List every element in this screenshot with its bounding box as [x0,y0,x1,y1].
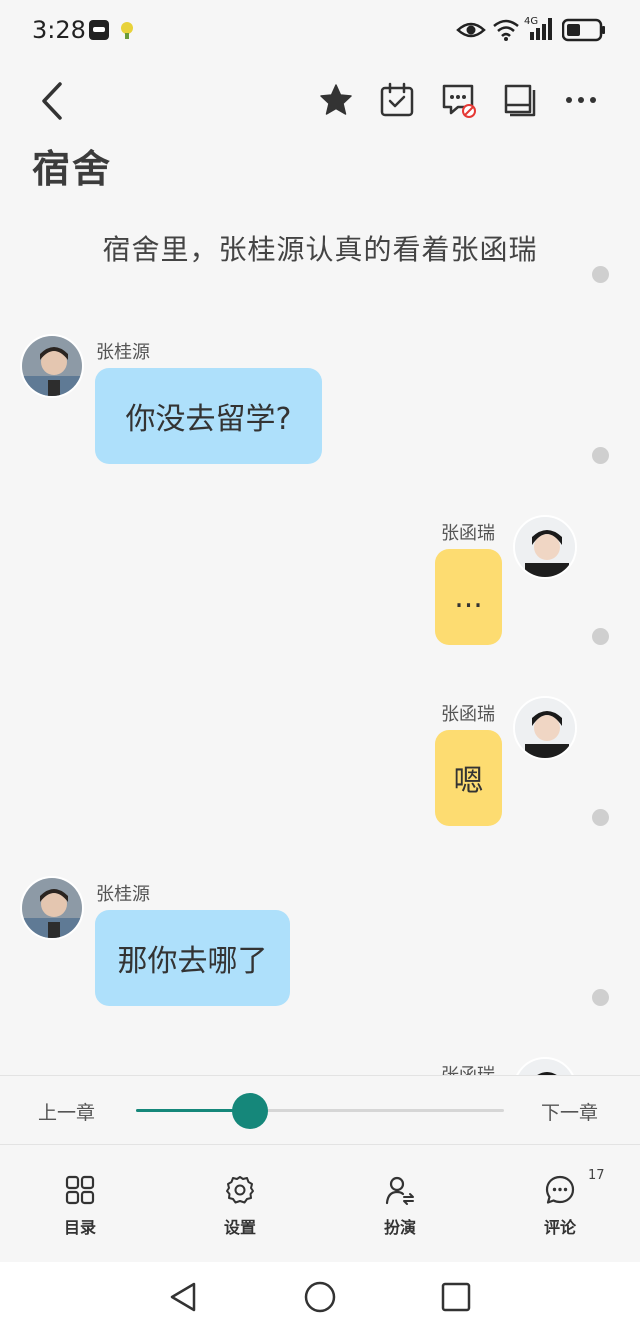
avatar-image [22,336,82,396]
comment-count-badge: 17 [588,1168,605,1183]
system-navigation-bar [0,1262,640,1330]
story-content[interactable]: 宿舍里，张桂源认真的看着张函瑞 张桂源 你没去留学? 张函瑞 ... 张函瑞 嗯… [0,200,640,1075]
avatar[interactable] [513,696,577,760]
chapter-progress-slider[interactable] [136,1093,504,1129]
top-bar [0,70,640,134]
settings-button[interactable]: 设置 [200,1174,280,1238]
app-notification-icon [89,20,109,40]
back-icon [42,82,62,120]
avatar[interactable] [513,515,577,579]
svg-text:4G: 4G [524,16,538,27]
comment-block-icon [442,84,476,118]
chat-bubble[interactable]: 你没去留学? [95,368,322,464]
paragraph-comment-dot[interactable] [592,809,609,826]
cellular-signal-icon: 4G [524,16,552,40]
battery-icon [562,18,605,42]
paragraph-comment-dot[interactable] [592,266,609,283]
bottom-toolbar: 目录 设置 扮演 评论 17 [0,1146,640,1262]
recents-square-icon[interactable] [439,1280,473,1314]
catalog-label: 目录 [63,1218,96,1237]
back-triangle-icon[interactable] [166,1280,200,1314]
prev-chapter-button[interactable]: 上一章 [38,1098,95,1125]
chapter-title: 宿舍 [32,147,113,191]
back-button[interactable] [30,78,76,124]
avatar[interactable] [20,876,84,940]
home-circle-icon[interactable] [303,1280,337,1314]
comments-button[interactable]: 评论 [520,1174,600,1238]
paragraph-comment-dot[interactable] [592,628,609,645]
avatar[interactable] [20,334,84,398]
chat-bubble[interactable]: 嗯 [435,730,502,826]
calendar-check-icon [380,82,414,117]
slider-knob[interactable] [232,1093,269,1129]
more-button[interactable] [561,80,601,120]
favorite-button[interactable] [316,80,356,120]
notebook-icon [504,84,536,117]
person-swap-icon [385,1176,414,1205]
speaker-name: 张函瑞 [441,1061,495,1075]
speaker-name: 张函瑞 [441,704,495,725]
speaker-name: 张函瑞 [441,523,495,544]
app-notification-icon-2 [121,22,133,39]
speaker-name: 张桂源 [96,342,150,363]
avatar-image [515,698,575,758]
chat-bubble[interactable]: ... [435,549,502,645]
next-chapter-button[interactable]: 下一章 [541,1098,598,1125]
narration-text: 宿舍里，张桂源认真的看着张函瑞 [102,233,538,266]
chat-bubble[interactable]: 那你去哪了 [95,910,290,1006]
avatar-image [22,878,82,938]
danmaku-toggle-button[interactable] [439,80,479,120]
chapter-navigation: 上一章 下一章 [0,1075,640,1145]
wifi-icon [493,19,519,41]
more-icon [566,97,596,103]
star-icon [320,84,352,115]
paragraph-comment-dot[interactable] [592,989,609,1006]
status-bar: 3:28 4G [0,0,640,62]
settings-label: 设置 [223,1218,256,1237]
avatar-image [515,517,575,577]
eye-icon [456,22,486,38]
avatar[interactable] [513,1057,577,1075]
checkin-button[interactable] [377,80,417,120]
chat-bubble-icon [545,1175,575,1204]
notes-button[interactable] [500,80,540,120]
avatar-image [515,1059,575,1075]
roleplay-label: 扮演 [383,1218,416,1237]
comments-label: 评论 [543,1218,576,1237]
gear-icon [226,1176,254,1204]
paragraph-comment-dot[interactable] [592,447,609,464]
speaker-name: 张桂源 [96,884,150,905]
status-time: 3:28 [32,16,86,44]
roleplay-button[interactable]: 扮演 [360,1174,440,1238]
grid-icon [65,1175,95,1205]
catalog-button[interactable]: 目录 [40,1174,120,1238]
